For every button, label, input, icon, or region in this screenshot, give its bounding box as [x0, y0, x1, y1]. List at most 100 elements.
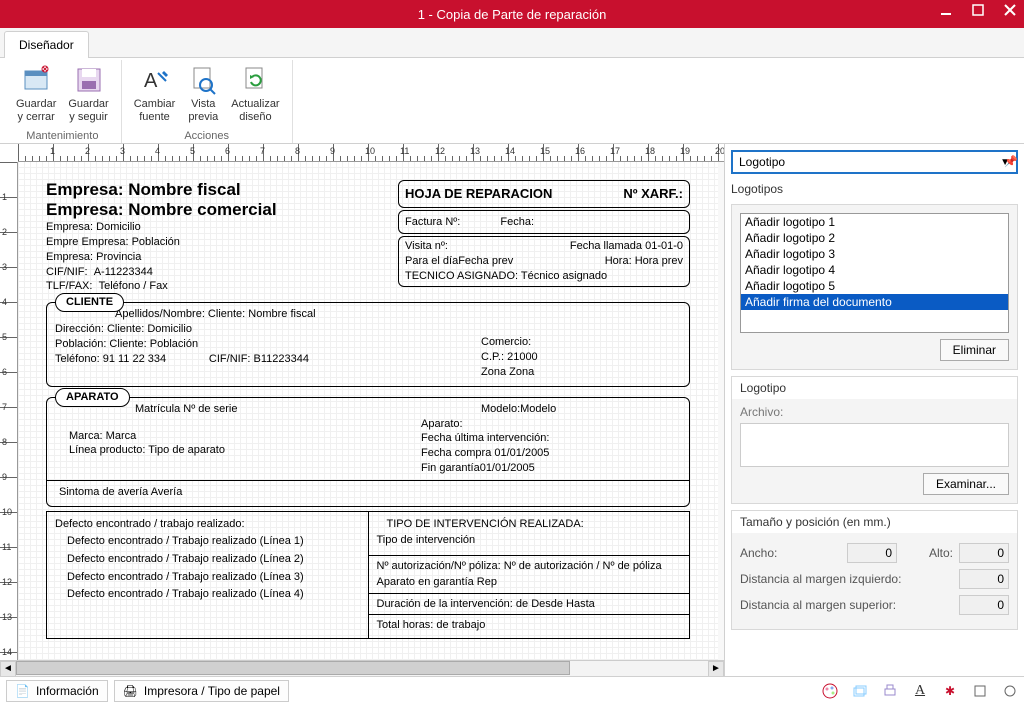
- delete-button[interactable]: Eliminar: [940, 339, 1009, 361]
- logo-listbox[interactable]: Añadir logotipo 1Añadir logotipo 2Añadir…: [740, 213, 1009, 333]
- save-close-button[interactable]: Guardary cerrar: [10, 60, 62, 128]
- scrollbar-horizontal[interactable]: ◄ ►: [0, 660, 724, 676]
- repair-title: HOJA DE REPARACION: [405, 185, 552, 203]
- list-item[interactable]: Añadir logotipo 5: [741, 278, 1008, 294]
- status-printer-button[interactable]: 🖨 Impresora / Tipo de papel: [114, 680, 289, 702]
- invoice-label: Factura Nº:: [405, 215, 460, 230]
- tab-designer[interactable]: Diseñador: [4, 31, 89, 58]
- defecto-l2: Defecto encontrado / Trabajo realizado (…: [67, 551, 360, 569]
- preview-button[interactable]: Vistaprevia: [181, 60, 225, 128]
- ruler-vertical: 12345678910111213141516: [0, 162, 18, 660]
- company-fiscal: Empresa: Nombre fiscal: [46, 180, 386, 200]
- cliente-addr: Dirección: Cliente: Domicilio: [55, 322, 481, 337]
- ribbon-group-label: Acciones: [128, 128, 286, 144]
- ribbon-label: Actualizardiseño: [231, 98, 279, 124]
- svg-text:A: A: [144, 70, 158, 92]
- width-label: Ancho:: [740, 546, 841, 560]
- minimize-button[interactable]: [938, 2, 954, 18]
- scroll-thumb[interactable]: [16, 661, 570, 675]
- cliente-pob: Población: Cliente: Población: [55, 337, 481, 352]
- dist-left-input[interactable]: [959, 569, 1009, 589]
- canvas-scroll[interactable]: Empresa: Nombre fiscal Empresa: Nombre c…: [18, 162, 724, 660]
- report-page[interactable]: Empresa: Nombre fiscal Empresa: Nombre c…: [18, 162, 718, 660]
- status-printer-label: Impresora / Tipo de papel: [144, 684, 280, 698]
- status-info-button[interactable]: 📄 Información: [6, 680, 108, 702]
- panel-dropdown[interactable]: Logotipo ▼ 📌: [731, 150, 1018, 174]
- cliente-cif: CIF/NIF: B11223344: [209, 353, 309, 365]
- layers-icon[interactable]: [852, 683, 868, 699]
- browse-button[interactable]: Examinar...: [923, 473, 1009, 495]
- save-continue-button[interactable]: Guardary seguir: [62, 60, 114, 128]
- call-date: Fecha llamada 01-01-0: [570, 239, 683, 254]
- ribbon-label: Vistaprevia: [188, 98, 218, 124]
- aparato-garantia: Fin garantía01/01/2005: [421, 461, 681, 476]
- change-font-button[interactable]: A Cambiarfuente: [128, 60, 182, 128]
- side-panel: Logotipo ▼ 📌 Logotipos Añadir logotipo 1…: [724, 144, 1024, 676]
- defecto-l3: Defecto encontrado / Trabajo realizado (…: [67, 569, 360, 587]
- cliente-cp: C.P.: 21000: [481, 350, 681, 365]
- circle-icon[interactable]: [1002, 683, 1018, 699]
- panel-logotipo: Logotipo Archivo: Examinar...: [731, 376, 1018, 504]
- tipo-int-tipo: Tipo de intervención: [377, 532, 682, 549]
- print-icon[interactable]: [882, 683, 898, 699]
- refresh-design-button[interactable]: Actualizardiseño: [225, 60, 285, 128]
- cliente-tel: Teléfono: 91 11 22 334: [55, 353, 166, 365]
- square-icon[interactable]: [972, 683, 988, 699]
- aparato-modelo: Modelo:Modelo: [481, 402, 681, 417]
- company-city: Empre Empresa: Población: [46, 235, 386, 250]
- palette-icon[interactable]: [822, 683, 838, 699]
- num-label: Nº XARF.:: [623, 185, 683, 203]
- maximize-button[interactable]: [970, 2, 986, 18]
- status-info-label: Información: [36, 684, 99, 698]
- tipo-int-garant: Aparato en garantía Rep: [377, 574, 682, 591]
- defecto-l4: Defecto encontrado / Trabajo realizado (…: [67, 586, 360, 604]
- cif-value: A-11223344: [94, 266, 153, 278]
- dist-top-input[interactable]: [959, 595, 1009, 615]
- width-input[interactable]: [847, 543, 897, 563]
- canvas-area: 1234567891011121314151617181920 12345678…: [0, 144, 724, 676]
- tipo-int-total: Total horas: de trabajo: [369, 614, 690, 634]
- panel-logotipos: Logotipos Añadir logotipo 1Añadir logoti…: [731, 180, 1018, 370]
- printer-icon: 🖨: [123, 684, 138, 698]
- close-button[interactable]: [1002, 2, 1018, 18]
- tech-label: TECNICO ASIGNADO: Técnico asignado: [405, 269, 683, 284]
- cliente-zona: Zona Zona: [481, 365, 681, 380]
- tlf-value: Teléfono / Fax: [99, 280, 168, 292]
- company-province: Empresa: Provincia: [46, 250, 386, 265]
- company-address: Empresa: Domicilio: [46, 220, 386, 235]
- refresh-icon: [239, 64, 271, 96]
- defecto-l1: Defecto encontrado / Trabajo realizado (…: [67, 533, 360, 551]
- pin-icon[interactable]: 📌: [1004, 155, 1018, 168]
- list-item[interactable]: Añadir logotipo 4: [741, 262, 1008, 278]
- ribbon-group-label: Mantenimiento: [10, 128, 115, 144]
- scroll-right-button[interactable]: ►: [708, 661, 724, 677]
- day-label: Para el díaFecha prev: [405, 254, 513, 269]
- list-item[interactable]: Añadir logotipo 3: [741, 246, 1008, 262]
- tlf-label: TLF/FAX:: [46, 280, 92, 292]
- defecto-title: Defecto encontrado / trabajo realizado:: [55, 516, 360, 534]
- statusbar: 📄 Información 🖨 Impresora / Tipo de pape…: [0, 676, 1024, 704]
- list-item[interactable]: Añadir firma del documento: [741, 294, 1008, 310]
- height-input[interactable]: [959, 543, 1009, 563]
- aparato-aparato: Aparato:: [421, 417, 681, 432]
- cif-label: CIF/NIF:: [46, 266, 88, 278]
- height-label: Alto:: [903, 546, 953, 560]
- panel-dropdown-label: Logotipo: [739, 155, 785, 169]
- text-icon[interactable]: A: [912, 683, 928, 699]
- window-title: 1 - Copia de Parte de reparación: [0, 7, 1024, 22]
- star-icon[interactable]: ✱: [942, 683, 958, 699]
- aparato-compra: Fecha compra 01/01/2005: [421, 446, 681, 461]
- file-label: Archivo:: [740, 405, 1009, 419]
- info-icon: 📄: [15, 684, 30, 698]
- list-title: Logotipos: [731, 180, 1018, 198]
- logo-title: Logotipo: [732, 377, 1017, 399]
- dist-top-label: Distancia al margen superior:: [740, 598, 953, 612]
- list-item[interactable]: Añadir logotipo 2: [741, 230, 1008, 246]
- save-icon: [73, 64, 105, 96]
- list-item[interactable]: Añadir logotipo 1: [741, 214, 1008, 230]
- aparato-pill: APARATO: [55, 388, 130, 407]
- ribbon-label: Guardary seguir: [68, 98, 108, 124]
- scroll-left-button[interactable]: ◄: [0, 661, 16, 677]
- font-icon: A: [139, 64, 171, 96]
- aparato-marca: Marca: Marca: [69, 417, 421, 444]
